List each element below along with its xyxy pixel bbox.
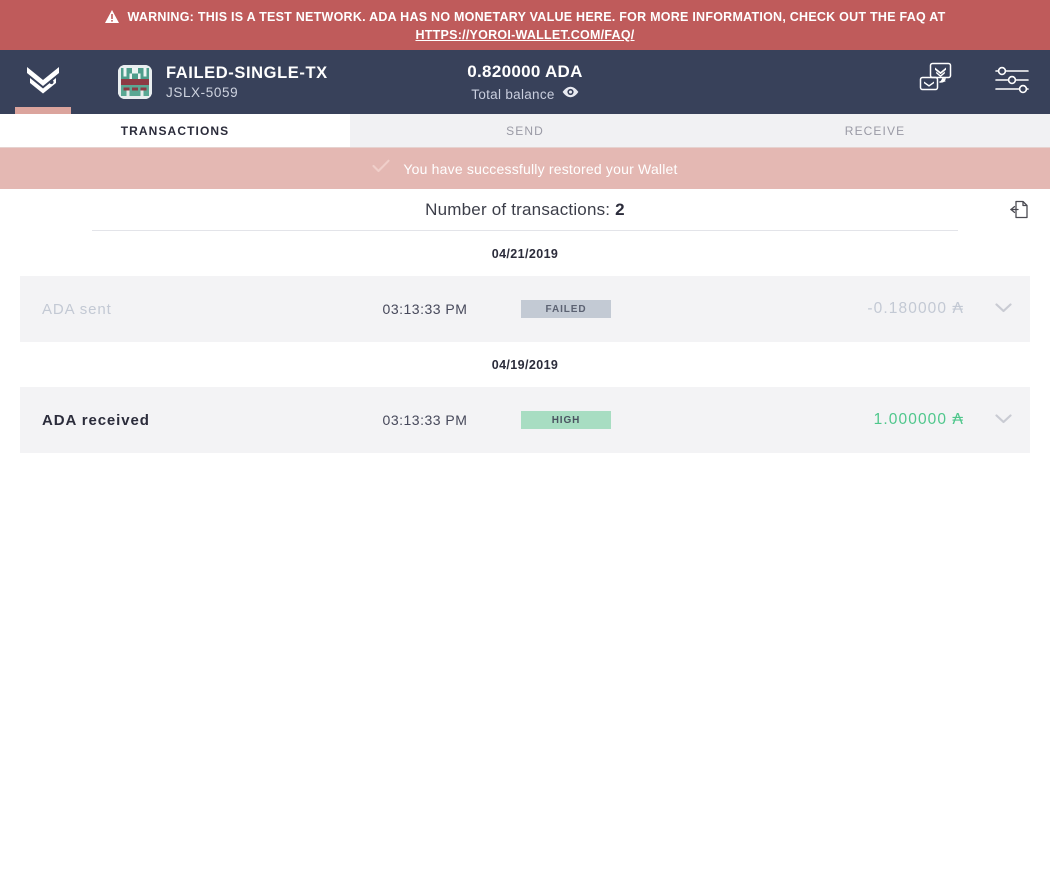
- transaction-date-header: 04/19/2019: [491, 357, 559, 372]
- chevron-down-icon: [994, 411, 1012, 429]
- transaction-time: 03:13:33 PM: [382, 412, 468, 428]
- wallet-identicon-avatar: [118, 65, 152, 99]
- expand-transaction-button[interactable]: [976, 411, 1030, 429]
- tab-receive[interactable]: RECEIVE: [700, 114, 1050, 147]
- wallet-info[interactable]: FAILED-SINGLE-TX JSLX-5059: [118, 63, 328, 102]
- transaction-status-cell: HIGH: [500, 411, 690, 429]
- wallet-switch-icon: [918, 62, 958, 103]
- wallet-name: FAILED-SINGLE-TX: [166, 63, 328, 82]
- transaction-amount: 1.000000 ₳: [690, 411, 976, 429]
- wallet-navigation-tabs: TRANSACTIONS SEND RECEIVE: [0, 114, 1050, 148]
- topbar-actions: [918, 50, 1032, 114]
- test-network-warning-banner: WARNING: THIS IS A TEST NETWORK. ADA HAS…: [0, 0, 1050, 50]
- success-notification: You have successfully restored your Wall…: [0, 148, 1050, 189]
- warning-faq-link[interactable]: HTTPS://YOROI-WALLET.COM/FAQ/: [415, 26, 634, 44]
- transaction-date-header: 04/21/2019: [491, 246, 559, 261]
- total-balance-amount: 0.820000 ADA: [467, 62, 583, 81]
- chevron-down-icon: [994, 300, 1012, 318]
- transaction-type: ADA received: [42, 411, 150, 429]
- ada-symbol: ₳: [952, 411, 964, 428]
- transaction-amount: -0.180000 ₳: [690, 300, 976, 318]
- switch-wallet-button[interactable]: [918, 62, 958, 102]
- eye-icon[interactable]: [562, 85, 579, 103]
- expand-transaction-button[interactable]: [976, 300, 1030, 318]
- notification-text: You have successfully restored your Wall…: [403, 160, 678, 177]
- transaction-status-cell: FAILED: [500, 300, 690, 318]
- table-row[interactable]: ADA received 03:13:33 PM HIGH 1.000000 ₳: [20, 387, 1030, 453]
- transaction-group: 04/19/2019 ADA received 03:13:33 PM HIGH…: [0, 342, 1050, 453]
- yoroi-logo-icon: [26, 65, 60, 100]
- warning-text-row: WARNING: THIS IS A TEST NETWORK. ADA HAS…: [104, 9, 946, 25]
- transactions-content: Number of transactions: 2 04/21/2019 ADA…: [0, 189, 1050, 886]
- transaction-time: 03:13:33 PM: [382, 301, 468, 317]
- warning-triangle-icon: [104, 10, 119, 23]
- transaction-group: 04/21/2019 ADA sent 03:13:33 PM FAILED -…: [0, 231, 1050, 342]
- active-nav-underline: [15, 107, 71, 114]
- wallet-topbar: FAILED-SINGLE-TX JSLX-5059 0.820000 ADA …: [0, 50, 1050, 114]
- transaction-type: ADA sent: [42, 300, 112, 318]
- table-row[interactable]: ADA sent 03:13:33 PM FAILED -0.180000 ₳: [20, 276, 1030, 342]
- check-icon: [372, 159, 390, 178]
- transaction-amount-value: 1.000000: [873, 411, 948, 428]
- export-transactions-button[interactable]: [1005, 198, 1033, 226]
- yoroi-logo-button[interactable]: [15, 50, 71, 114]
- settings-sliders-icon: [994, 66, 1030, 99]
- total-balance-label: Total balance: [471, 86, 555, 102]
- transaction-count-text: Number of transactions: 2: [425, 200, 625, 220]
- status-badge: FAILED: [521, 300, 611, 318]
- transaction-count-label: Number of transactions:: [425, 199, 611, 219]
- ada-symbol: ₳: [952, 300, 964, 317]
- transaction-count-value: 2: [615, 199, 625, 219]
- warning-text: WARNING: THIS IS A TEST NETWORK. ADA HAS…: [127, 9, 946, 24]
- transaction-count-row: Number of transactions: 2: [0, 189, 1050, 230]
- status-badge: HIGH: [521, 411, 611, 429]
- tab-transactions[interactable]: TRANSACTIONS: [0, 114, 350, 147]
- export-document-icon: [1009, 200, 1029, 224]
- tab-send[interactable]: SEND: [350, 114, 700, 147]
- transaction-amount-value: -0.180000: [867, 300, 948, 317]
- settings-button[interactable]: [992, 62, 1032, 102]
- wallet-plate-id: JSLX-5059: [166, 84, 239, 100]
